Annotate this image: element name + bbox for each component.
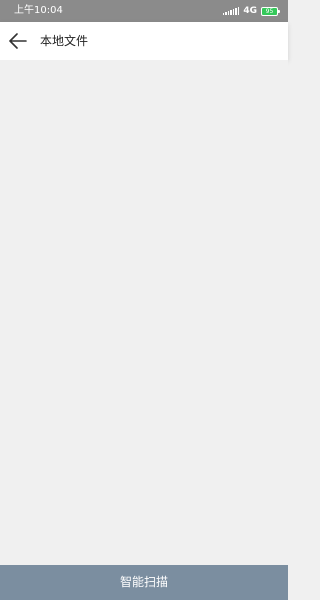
back-button[interactable] xyxy=(6,29,30,53)
battery-icon: 95 xyxy=(261,6,280,16)
smart-scan-button[interactable]: 智能扫描 xyxy=(0,565,288,600)
status-time: 上午10:04 xyxy=(14,5,63,16)
status-bar: 上午10:04 4G 95 xyxy=(0,0,288,22)
network-type: 4G xyxy=(243,6,257,16)
signal-icon xyxy=(222,7,240,15)
app-bar: 本地文件 xyxy=(0,22,288,60)
page-title: 本地文件 xyxy=(40,34,89,48)
battery-level: 95 xyxy=(265,7,274,15)
arrow-left-icon xyxy=(9,33,27,49)
file-list-area xyxy=(0,60,288,565)
status-indicators: 4G 95 xyxy=(222,0,280,22)
